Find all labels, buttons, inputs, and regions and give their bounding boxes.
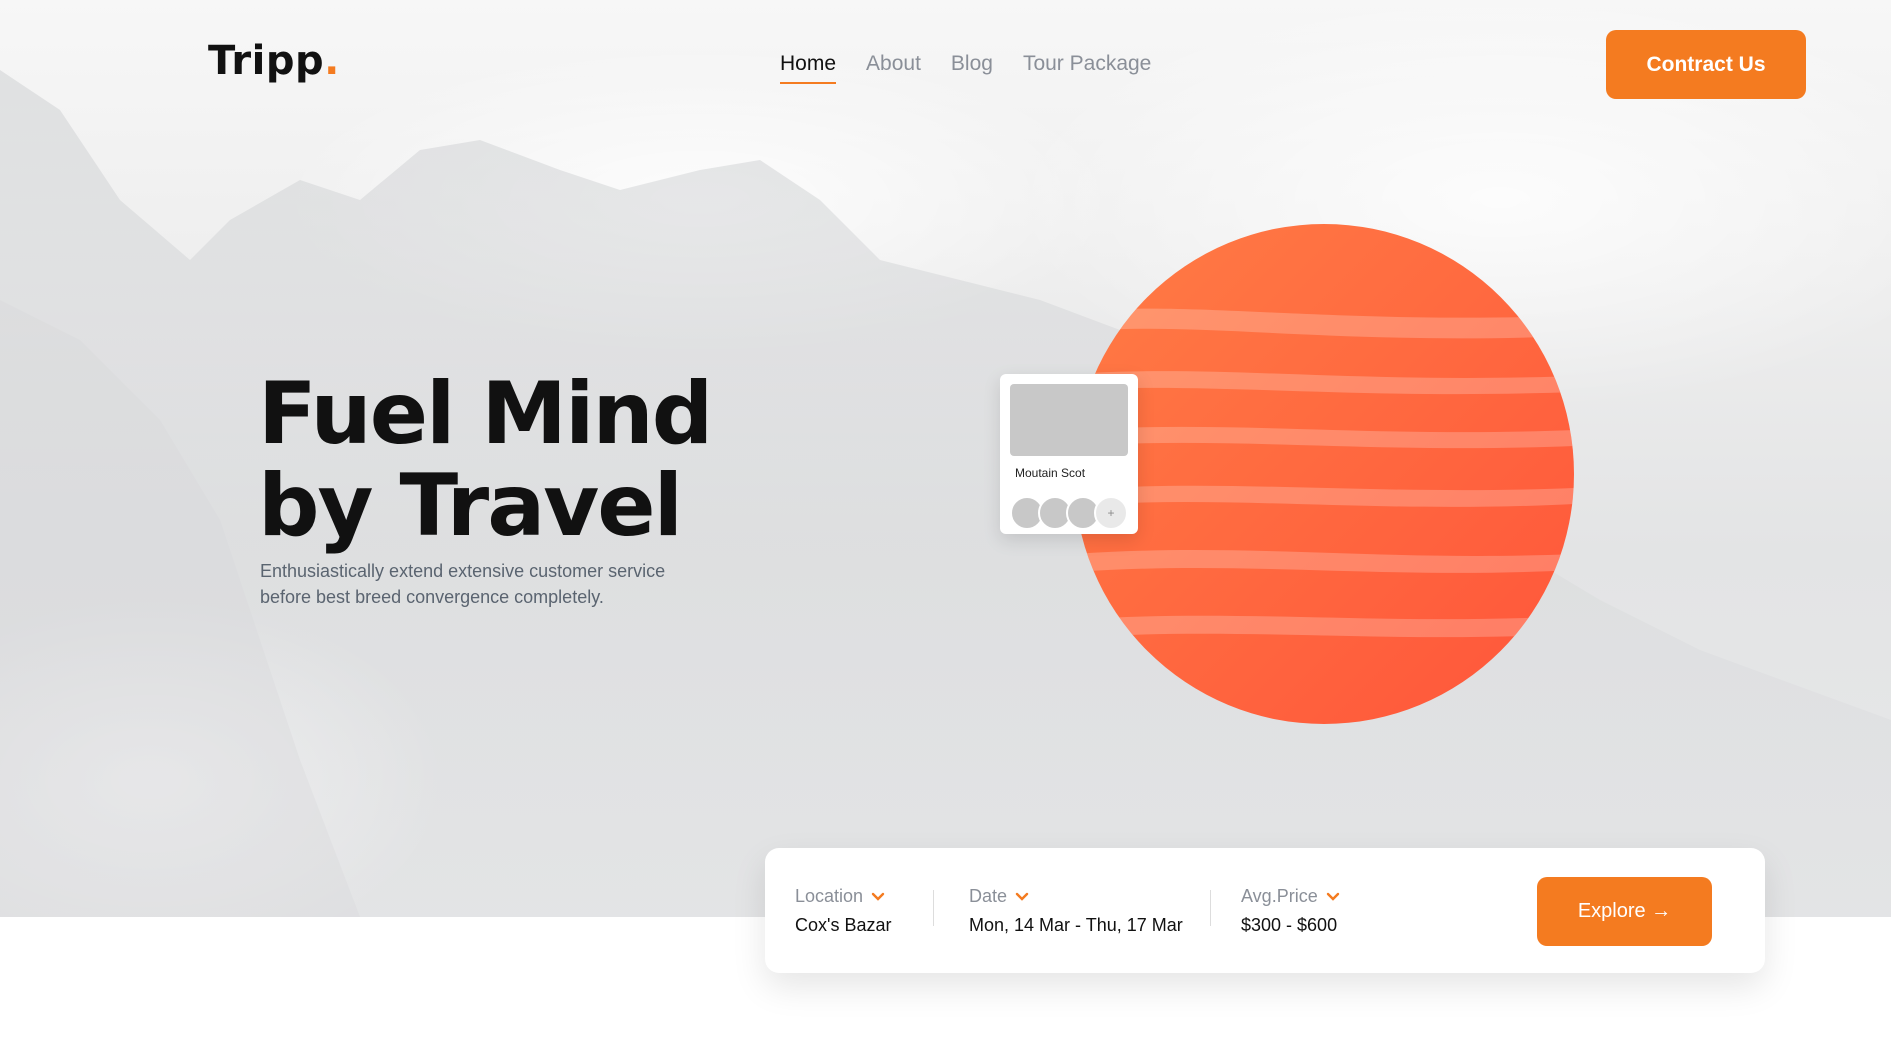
- price-field[interactable]: Avg.Price $300 - $600: [1241, 886, 1340, 936]
- place-thumbnail: [1010, 384, 1128, 456]
- sun-illustration: [1074, 224, 1574, 724]
- chevron-down-icon: [1326, 892, 1339, 901]
- location-dropdown[interactable]: Location: [795, 886, 891, 907]
- landing-page: Tripp. Home About Blog Tour Package Cont…: [0, 0, 1891, 1051]
- search-bar: Location Cox's Bazar Date Mon, 14 Mar - …: [765, 848, 1765, 973]
- avatar-group: +: [1010, 496, 1132, 530]
- hero-title-line-2: by Travel: [258, 456, 683, 556]
- field-divider: [1210, 890, 1211, 926]
- brand-logo[interactable]: Tripp.: [208, 38, 340, 84]
- price-label: Avg.Price: [1241, 886, 1318, 906]
- explore-button[interactable]: Explore →: [1537, 877, 1712, 946]
- more-avatars-icon[interactable]: +: [1094, 496, 1128, 530]
- date-value: Mon, 14 Mar - Thu, 17 Mar: [969, 915, 1183, 935]
- date-label: Date: [969, 886, 1008, 906]
- nav-item-tour-package[interactable]: Tour Package: [1023, 52, 1151, 84]
- contact-us-button[interactable]: Contract Us: [1606, 30, 1806, 99]
- date-dropdown[interactable]: Date: [969, 886, 1183, 907]
- hero-subtitle: Enthusiastically extend extensive custom…: [260, 561, 666, 607]
- main-nav: Home About Blog Tour Package: [780, 52, 1151, 84]
- location-value: Cox's Bazar: [795, 915, 892, 935]
- field-divider: [933, 890, 934, 926]
- price-value: $300 - $600: [1241, 915, 1338, 935]
- brand-name: Tripp: [208, 38, 325, 84]
- location-label: Location: [795, 886, 864, 906]
- chevron-down-icon: [1015, 892, 1029, 901]
- nav-item-blog[interactable]: Blog: [951, 52, 993, 84]
- price-dropdown[interactable]: Avg.Price: [1241, 886, 1340, 907]
- chevron-down-icon: [871, 892, 885, 901]
- date-field[interactable]: Date Mon, 14 Mar - Thu, 17 Mar: [969, 886, 1183, 936]
- nav-item-home[interactable]: Home: [780, 52, 837, 84]
- place-name: Moutain Scot: [1015, 466, 1086, 480]
- nav-item-about[interactable]: About: [866, 52, 921, 84]
- hero-title: Fuel Mind by Travel: [258, 364, 713, 556]
- place-card[interactable]: Moutain Scot +: [1000, 374, 1138, 534]
- location-field[interactable]: Location Cox's Bazar: [795, 886, 891, 936]
- brand-dot: .: [324, 38, 340, 84]
- hero-title-line-1: Fuel Mind: [258, 364, 713, 464]
